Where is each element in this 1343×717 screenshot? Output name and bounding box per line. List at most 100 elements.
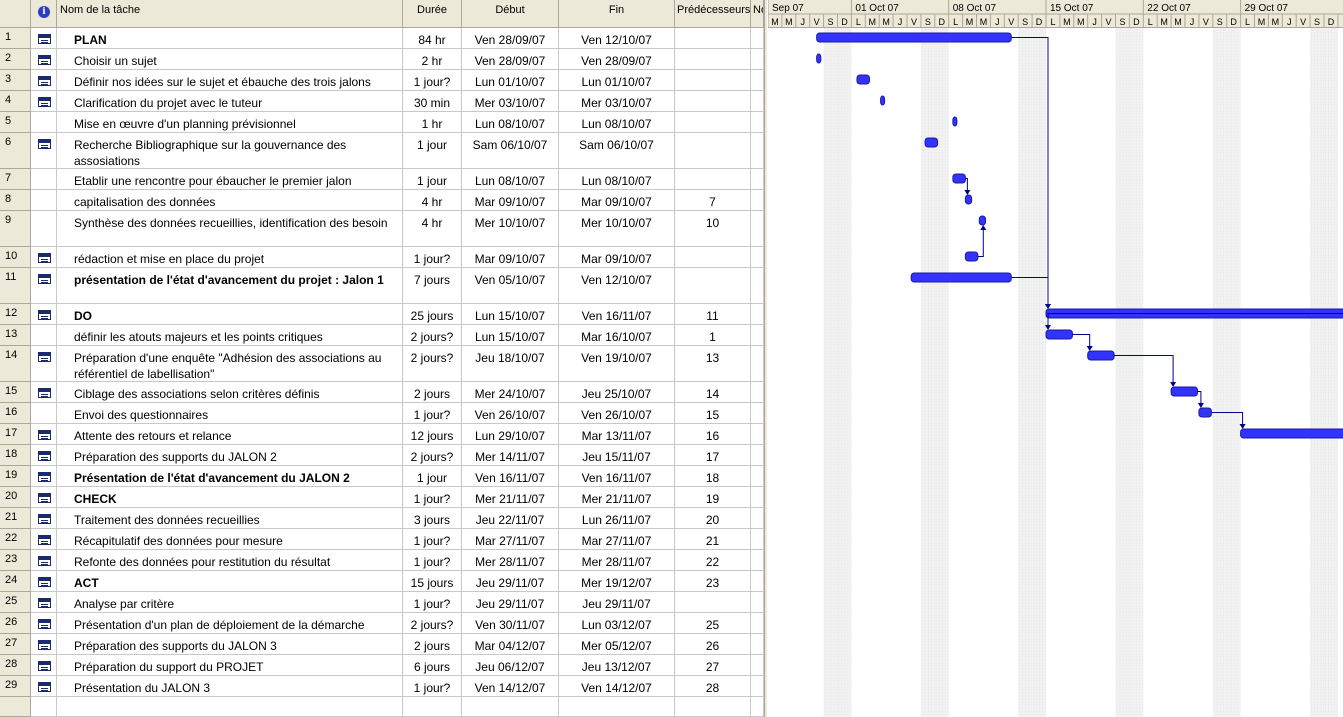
task-finish[interactable]: Jeu 29/11/07 xyxy=(559,592,675,613)
task-finish[interactable]: Ven 16/11/07 xyxy=(559,466,675,487)
notes-icon[interactable] xyxy=(38,451,51,461)
table-row[interactable]: 4 Clarification du projet avec le tuteur 3… xyxy=(0,91,764,112)
table-row[interactable]: 25 Analyse par critère 1 jour? Jeu 29/11/07… xyxy=(0,592,764,613)
task-duration[interactable]: 2 jours? xyxy=(403,445,462,466)
row-number-header[interactable] xyxy=(0,0,31,28)
task-start[interactable]: Mer 10/10/07 xyxy=(462,211,559,247)
task-name[interactable]: Ciblage des associations selon critères … xyxy=(57,382,403,403)
task-finish[interactable]: Mer 10/10/07 xyxy=(559,211,675,247)
task-finish[interactable]: Lun 08/10/07 xyxy=(559,169,675,190)
task-duration[interactable]: 1 jour? xyxy=(403,487,462,508)
next-cell[interactable] xyxy=(751,403,764,424)
task-finish[interactable]: Mar 13/11/07 xyxy=(559,424,675,445)
indicator-cell[interactable] xyxy=(31,676,57,697)
task-predecessors[interactable]: 27 xyxy=(675,655,751,676)
task-name[interactable]: DO xyxy=(57,304,403,325)
row-number[interactable]: 9 xyxy=(0,211,31,247)
table-row[interactable]: 8 capitalisation des données 4 hr Mar 09/10… xyxy=(0,190,764,211)
table-row[interactable]: 21 Traitement des données recueillies 3 jo… xyxy=(0,508,764,529)
task-name[interactable]: Clarification du projet avec le tuteur xyxy=(57,91,403,112)
task-predecessors[interactable]: 13 xyxy=(675,346,751,382)
task-predecessors[interactable]: 28 xyxy=(675,676,751,697)
notes-icon[interactable] xyxy=(38,76,51,86)
task-finish[interactable]: Lun 03/12/07 xyxy=(559,613,675,634)
row-number[interactable]: 27 xyxy=(0,634,31,655)
empty-cell[interactable] xyxy=(462,697,559,717)
empty-cell[interactable] xyxy=(31,697,57,717)
task-predecessors[interactable]: 22 xyxy=(675,550,751,571)
task-predecessors[interactable]: 11 xyxy=(675,304,751,325)
task-name[interactable]: présentation de l'état d'avancement du p… xyxy=(57,268,403,304)
indicator-cell[interactable] xyxy=(31,382,57,403)
next-cell[interactable] xyxy=(751,190,764,211)
task-start[interactable]: Lun 08/10/07 xyxy=(462,169,559,190)
task-name[interactable]: Analyse par critère xyxy=(57,592,403,613)
task-duration[interactable]: 2 jours? xyxy=(403,346,462,382)
task-finish[interactable]: Lun 08/10/07 xyxy=(559,112,675,133)
task-predecessors[interactable] xyxy=(675,169,751,190)
task-predecessors[interactable]: 7 xyxy=(675,190,751,211)
next-cell[interactable] xyxy=(751,211,764,247)
task-finish[interactable]: Ven 12/10/07 xyxy=(559,28,675,49)
notes-icon[interactable] xyxy=(38,535,51,545)
empty-cell[interactable] xyxy=(0,697,31,717)
notes-icon[interactable] xyxy=(38,556,51,566)
task-finish[interactable]: Ven 28/09/07 xyxy=(559,49,675,70)
next-cell[interactable] xyxy=(751,133,764,169)
name-column-header[interactable]: Nom de la tâche xyxy=(57,0,403,28)
task-predecessors[interactable] xyxy=(675,49,751,70)
indicator-cell[interactable] xyxy=(31,325,57,346)
task-finish[interactable]: Ven 16/11/07 xyxy=(559,304,675,325)
next-cell[interactable] xyxy=(751,445,764,466)
row-number[interactable]: 6 xyxy=(0,133,31,169)
task-start[interactable]: Ven 16/11/07 xyxy=(462,466,559,487)
indicator-cell[interactable] xyxy=(31,613,57,634)
table-row[interactable]: 18 Préparation des supports du JALON 22 j… xyxy=(0,445,764,466)
task-finish[interactable]: Mar 09/10/07 xyxy=(559,190,675,211)
task-finish[interactable]: Mar 09/10/07 xyxy=(559,247,675,268)
row-number[interactable]: 14 xyxy=(0,346,31,382)
next-cell[interactable] xyxy=(751,49,764,70)
task-name[interactable]: Traitement des données recueillies xyxy=(57,508,403,529)
row-number[interactable]: 15 xyxy=(0,382,31,403)
task-start[interactable]: Mer 24/10/07 xyxy=(462,382,559,403)
table-row[interactable]: 23 Refonte des données pour restitution d… xyxy=(0,550,764,571)
indicator-cell[interactable] xyxy=(31,247,57,268)
next-cell[interactable] xyxy=(751,655,764,676)
next-cell[interactable] xyxy=(751,91,764,112)
task-finish[interactable]: Ven 19/10/07 xyxy=(559,346,675,382)
task-name[interactable]: Préparation des supports du JALON 2 xyxy=(57,445,403,466)
task-finish[interactable]: Mer 19/12/07 xyxy=(559,571,675,592)
notes-icon[interactable] xyxy=(38,514,51,524)
task-name[interactable]: Présentation d'un plan de déploiement de… xyxy=(57,613,403,634)
table-row[interactable]: 22 Récapitulatif des données pour mesure 1… xyxy=(0,529,764,550)
task-finish[interactable]: Mer 03/10/07 xyxy=(559,91,675,112)
indicator-cell[interactable] xyxy=(31,133,57,169)
table-row[interactable]: 27 Préparation des supports du JALON 32 j… xyxy=(0,634,764,655)
task-name[interactable]: Synthèse des données recueillies, identi… xyxy=(57,211,403,247)
next-cell[interactable] xyxy=(751,592,764,613)
task-name[interactable]: Préparation du support du PROJET xyxy=(57,655,403,676)
task-duration[interactable]: 12 jours xyxy=(403,424,462,445)
task-start[interactable]: Ven 30/11/07 xyxy=(462,613,559,634)
task-name[interactable]: Présentation de l'état d'avancement du J… xyxy=(57,466,403,487)
task-duration[interactable]: 4 hr xyxy=(403,211,462,247)
task-name[interactable]: Récapitulatif des données pour mesure xyxy=(57,529,403,550)
row-number[interactable]: 20 xyxy=(0,487,31,508)
row-number[interactable]: 18 xyxy=(0,445,31,466)
notes-icon[interactable] xyxy=(38,55,51,65)
row-number[interactable]: 2 xyxy=(0,49,31,70)
start-column-header[interactable]: Début xyxy=(462,0,559,28)
task-duration[interactable]: 1 jour? xyxy=(403,70,462,91)
table-row[interactable]: 19 Présentation de l'état d'avancement du… xyxy=(0,466,764,487)
task-duration[interactable]: 25 jours xyxy=(403,304,462,325)
task-predecessors[interactable]: 19 xyxy=(675,487,751,508)
task-start[interactable]: Mer 21/11/07 xyxy=(462,487,559,508)
task-predecessors[interactable] xyxy=(675,247,751,268)
task-predecessors[interactable]: 16 xyxy=(675,424,751,445)
task-predecessors[interactable] xyxy=(675,133,751,169)
indicators-header[interactable]: i xyxy=(31,0,57,28)
notes-icon[interactable] xyxy=(38,619,51,629)
task-predecessors[interactable]: 26 xyxy=(675,634,751,655)
task-finish[interactable]: Jeu 25/10/07 xyxy=(559,382,675,403)
